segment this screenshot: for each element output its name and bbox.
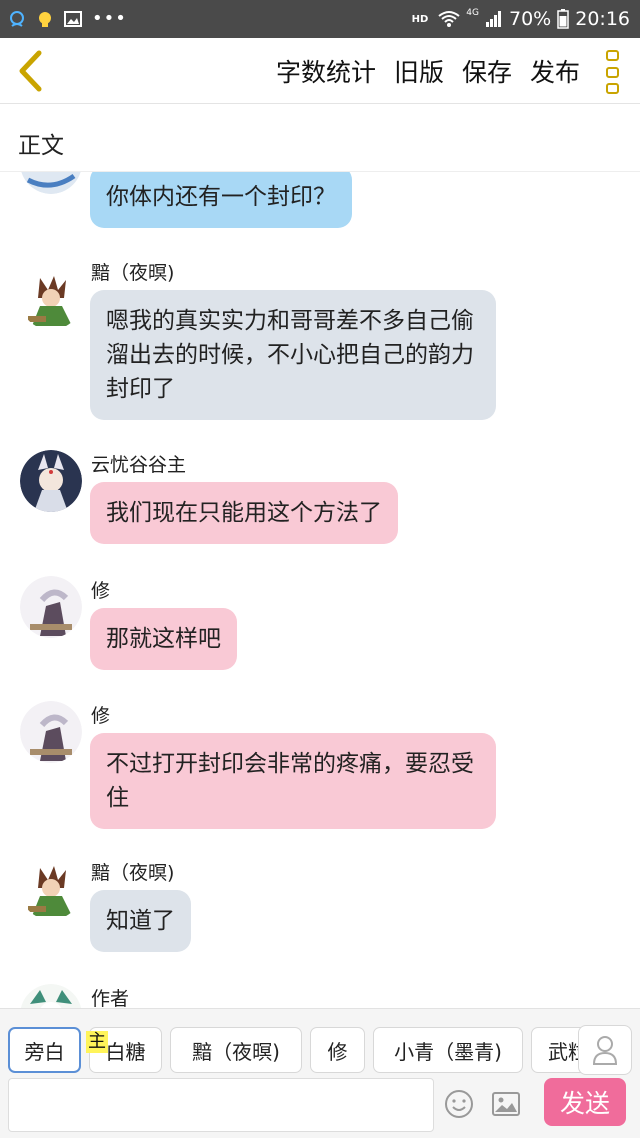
image-icon xyxy=(492,1092,520,1116)
speaker-name: 黯（夜暝) xyxy=(91,862,175,884)
bulb-icon xyxy=(39,12,51,27)
back-arrow-icon xyxy=(19,50,42,92)
menu-dot-icon xyxy=(605,66,619,78)
message-bubble: 你体内还有一个封印？ xyxy=(90,172,352,228)
chat-area[interactable]: 你体内还有一个封印？ 黯（夜暝) 嗯我的真实实力和哥哥差不多自己偷溜出去的时候，… xyxy=(0,172,640,1008)
role-xiaoqing[interactable]: 小青（墨青) xyxy=(373,1027,523,1073)
old-version-button[interactable]: 旧版 xyxy=(394,53,444,89)
message-input[interactable] xyxy=(8,1078,434,1132)
menu-dot-icon xyxy=(605,50,619,61)
user-icon xyxy=(592,1036,618,1065)
message-bubble: 我们现在只能用这个方法了 xyxy=(90,482,398,544)
section-header: 正文 xyxy=(0,104,640,172)
save-button[interactable]: 保存 xyxy=(462,53,512,89)
message-bubble: 不过打开封印会非常的疼痛，要忍受住 xyxy=(90,733,496,829)
emoji-icon xyxy=(445,1090,473,1118)
qq-icon xyxy=(10,11,24,27)
message-bubble: 嗯我的真实实力和哥哥差不多自己偷溜出去的时候，不小心把自己的韵力封印了 xyxy=(90,290,496,420)
speaker-name: 修 xyxy=(91,580,111,602)
role-selector: 旁白 白糖 主 黯（夜暝) 修 小青（墨青) 武粒 xyxy=(0,1008,640,1078)
host-badge: 主 xyxy=(86,1031,108,1053)
speaker-name: 云忧谷谷主 xyxy=(91,454,187,476)
speaker-name: 黯（夜暝) xyxy=(91,262,175,284)
wifi-icon xyxy=(438,11,460,27)
section-label: 正文 xyxy=(18,133,64,159)
speaker-name: 修 xyxy=(91,705,111,727)
avatar xyxy=(20,701,82,763)
avatar xyxy=(20,268,82,330)
clock: 20:16 xyxy=(575,8,630,30)
publish-button[interactable]: 发布 xyxy=(530,53,580,89)
network-type: 4G xyxy=(466,8,479,18)
role-user-button[interactable] xyxy=(578,1025,632,1075)
more-menu-button[interactable] xyxy=(600,50,624,94)
avatar xyxy=(20,450,82,512)
avatar xyxy=(20,576,82,638)
more-notifications: ••• xyxy=(92,8,127,29)
input-bar: 发送 xyxy=(0,1078,640,1138)
speaker-name: 作者 xyxy=(91,988,130,1008)
battery-percent: 70% xyxy=(509,8,552,30)
signal-icon xyxy=(486,11,501,27)
send-button[interactable]: 发送 xyxy=(544,1078,626,1126)
gallery-icon xyxy=(64,11,82,27)
message-bubble: 知道了 xyxy=(90,890,191,952)
role-narrator[interactable]: 旁白 xyxy=(8,1027,81,1073)
role-xiu[interactable]: 修 xyxy=(310,1027,365,1073)
status-bar: ••• HD 4G 70% 20:16 xyxy=(0,0,640,38)
back-button[interactable] xyxy=(10,48,50,94)
menu-dot-icon xyxy=(605,83,619,94)
message-bubble: 那就这样吧 xyxy=(90,608,237,670)
image-button[interactable] xyxy=(490,1088,522,1120)
role-an[interactable]: 黯（夜暝) xyxy=(170,1027,302,1073)
top-bar: 字数统计 旧版 保存 发布 xyxy=(0,38,640,104)
avatar xyxy=(20,984,82,1008)
avatar xyxy=(20,172,82,194)
hd-indicator: HD xyxy=(411,13,429,25)
avatar xyxy=(20,858,82,920)
emoji-button[interactable] xyxy=(443,1088,475,1120)
battery-icon xyxy=(557,9,569,29)
word-count-button[interactable]: 字数统计 xyxy=(276,53,376,89)
